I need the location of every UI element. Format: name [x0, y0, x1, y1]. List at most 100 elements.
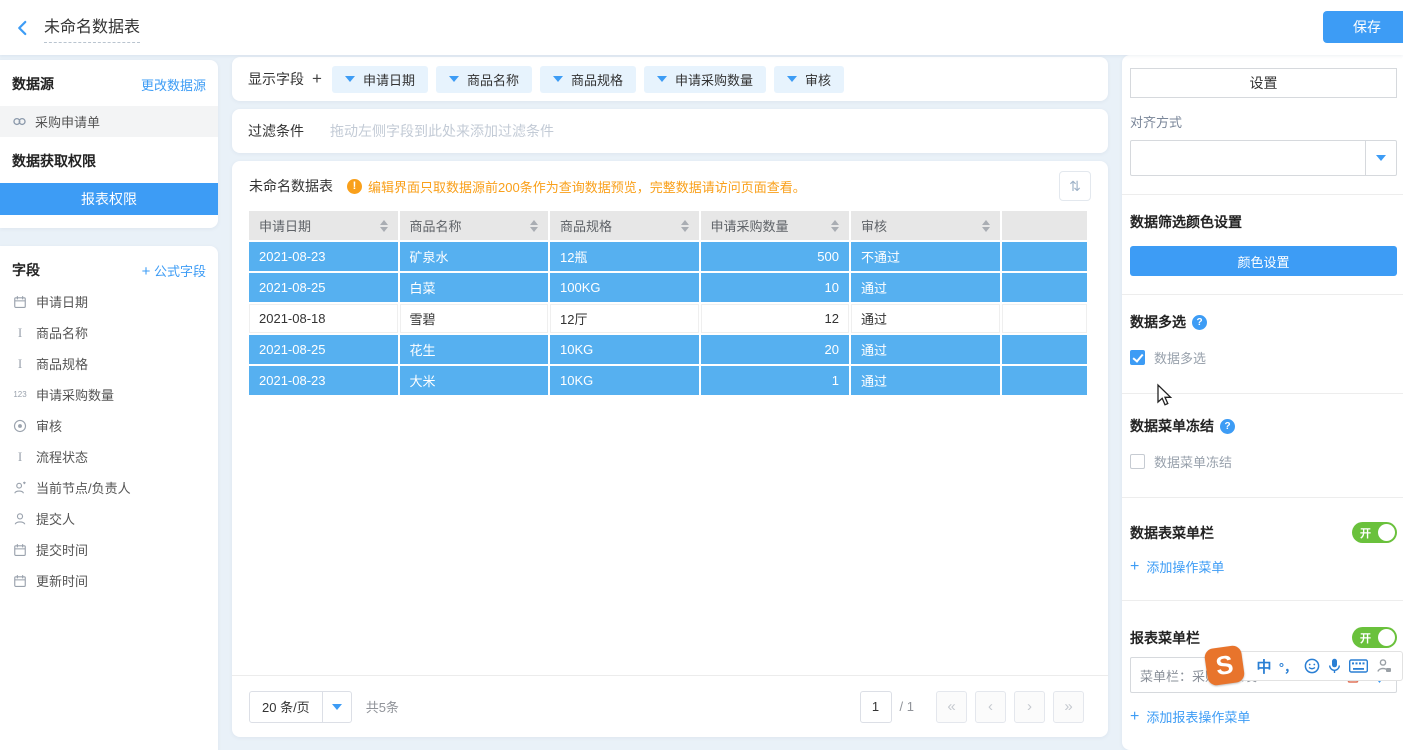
plus-icon: +	[142, 263, 151, 280]
display-field-chip[interactable]: 审核	[774, 66, 844, 93]
checkbox-unchecked-icon[interactable]	[1130, 454, 1145, 469]
pagination-bar: 20 条/页 共5条 1 / 1 « ‹ › »	[232, 675, 1108, 737]
ime-skin-button[interactable]	[1399, 659, 1403, 674]
filter-bar[interactable]: 过滤条件 拖动左侧字段到此处来添加过滤条件	[232, 109, 1108, 153]
field-item[interactable]: 更新时间	[0, 565, 218, 596]
table-menu-label: 数据表菜单栏	[1130, 523, 1214, 543]
chip-label: 商品名称	[467, 70, 519, 89]
checkbox-checked-icon[interactable]	[1130, 350, 1145, 365]
chip-label: 商品规格	[571, 70, 623, 89]
chevron-down-icon	[322, 692, 351, 722]
add-report-menu-link[interactable]: + 添加报表操作菜单	[1130, 707, 1397, 726]
field-item[interactable]: I商品规格	[0, 348, 218, 379]
field-item[interactable]: I商品名称	[0, 317, 218, 348]
change-datasource-link[interactable]: 更改数据源	[141, 75, 206, 94]
table-row[interactable]: 2021-08-18雪碧12厅12通过	[249, 304, 1087, 333]
field-item[interactable]: 提交时间	[0, 534, 218, 565]
display-field-chips: 申请日期 商品名称 商品规格 申请采购数量 审核	[332, 66, 844, 93]
page-title[interactable]: 未命名数据表	[44, 13, 140, 43]
table-cell: 12	[701, 304, 850, 333]
settings-tab[interactable]: 设置	[1130, 68, 1397, 98]
ime-emoji-button[interactable]	[1302, 658, 1321, 674]
field-item-label: 审核	[36, 416, 62, 435]
save-button[interactable]: 保存	[1323, 11, 1403, 43]
current-page-input[interactable]: 1	[860, 691, 892, 723]
display-fields-bar: 显示字段 + 申请日期商品名称商品规格申请采购数量审核	[232, 57, 1108, 101]
sort-arrows-icon[interactable]	[530, 220, 538, 232]
table-menu-toggle[interactable]: 开	[1352, 522, 1397, 543]
report-permission-button[interactable]: 报表权限	[0, 183, 218, 215]
table-cell: 2021-08-23	[249, 242, 398, 271]
ime-language-button[interactable]: 中	[1254, 656, 1274, 677]
column-header[interactable]: 申请采购数量	[701, 211, 850, 240]
report-menu-toggle[interactable]: 开	[1352, 627, 1397, 648]
table-cell: 12厅	[550, 304, 699, 333]
display-field-chip[interactable]: 申请日期	[332, 66, 428, 93]
fields-panel: 字段 + 公式字段 申请日期I商品名称I商品规格123申请采购数量审核I流程状态…	[0, 246, 218, 750]
add-formula-field-link[interactable]: + 公式字段	[142, 261, 206, 280]
column-header[interactable]: 申请日期	[249, 211, 398, 240]
table-cell: 20	[701, 335, 850, 364]
text-icon: I	[12, 325, 28, 341]
sort-arrows-icon[interactable]	[982, 220, 990, 232]
table-cell: 10KG	[550, 366, 699, 395]
field-item[interactable]: 提交人	[0, 503, 218, 534]
color-settings-button[interactable]: 颜色设置	[1130, 246, 1397, 276]
display-field-chip[interactable]: 商品名称	[436, 66, 532, 93]
sort-arrows-icon[interactable]	[831, 220, 839, 232]
display-field-chip[interactable]: 商品规格	[540, 66, 636, 93]
table-row[interactable]: 2021-08-25花生10KG20通过	[249, 335, 1087, 364]
filter-label: 过滤条件	[248, 121, 304, 141]
ime-skin-tools-button[interactable]	[1374, 658, 1394, 674]
column-header[interactable]: 商品规格	[550, 211, 699, 240]
field-item[interactable]: 当前节点/负责人	[0, 472, 218, 503]
prev-page-button[interactable]: ‹	[975, 691, 1006, 723]
field-item[interactable]: 申请日期	[0, 286, 218, 317]
screen: 未命名数据表 保存 数据源 更改数据源 采购申请单 数据获取权限 报表权限 字段…	[0, 0, 1403, 750]
sogou-logo[interactable]: S	[1204, 645, 1246, 687]
chip-label: 审核	[805, 70, 831, 89]
ime-voice-button[interactable]	[1326, 658, 1342, 674]
table-title: 未命名数据表	[249, 176, 333, 196]
filter-color-section-label: 数据筛选颜色设置	[1130, 212, 1397, 232]
settings-panel: 设置 对齐方式 数据筛选颜色设置 颜色设置 数据多选 ? 数据多选 数据菜单冻结…	[1122, 55, 1403, 750]
sort-order-button[interactable]: ⇅	[1059, 171, 1091, 201]
table-cell: 矿泉水	[400, 242, 549, 271]
add-display-field-button[interactable]: +	[312, 69, 322, 89]
table-row[interactable]: 2021-08-23大米10KG1通过	[249, 366, 1087, 395]
multi-select-checkbox[interactable]: 数据多选	[1130, 348, 1397, 367]
sort-arrows-icon[interactable]	[681, 220, 689, 232]
total-pages: / 1	[900, 699, 914, 714]
next-page-button[interactable]: ›	[1014, 691, 1045, 723]
field-item[interactable]: I流程状态	[0, 441, 218, 472]
column-header[interactable]: 审核	[851, 211, 1000, 240]
warning-icon: !	[347, 179, 362, 194]
help-icon[interactable]: ?	[1192, 315, 1207, 330]
field-item[interactable]: 123申请采购数量	[0, 379, 218, 410]
datasource-item-label: 采购申请单	[35, 112, 100, 131]
field-item-label: 更新时间	[36, 571, 88, 590]
column-header[interactable]: 商品名称	[400, 211, 549, 240]
table-cell: 白菜	[400, 273, 549, 302]
back-button[interactable]	[10, 15, 36, 41]
field-item-label: 申请采购数量	[36, 385, 114, 404]
display-field-chip[interactable]: 申请采购数量	[644, 66, 766, 93]
ime-keyboard-button[interactable]	[1347, 659, 1369, 673]
field-item-label: 申请日期	[36, 292, 88, 311]
freeze-checkbox[interactable]: 数据菜单冻结	[1130, 452, 1397, 471]
page-size-select[interactable]: 20 条/页	[249, 691, 352, 723]
table-cell: 通过	[851, 366, 1000, 395]
table-row[interactable]: 2021-08-25白菜100KG10通过	[249, 273, 1087, 302]
datasource-item[interactable]: 采购申请单	[0, 106, 218, 137]
field-item-label: 商品规格	[36, 354, 88, 373]
sort-arrows-icon[interactable]	[380, 220, 388, 232]
align-select[interactable]	[1130, 140, 1397, 176]
add-action-menu-link[interactable]: + 添加操作菜单	[1130, 557, 1397, 576]
field-item[interactable]: 审核	[0, 410, 218, 441]
table-row[interactable]: 2021-08-23矿泉水12瓶500不通过	[249, 242, 1087, 271]
table-cell: 12瓶	[550, 242, 699, 271]
help-icon[interactable]: ?	[1220, 419, 1235, 434]
ime-punctuation-button[interactable]: °，	[1279, 657, 1297, 676]
first-page-button[interactable]: «	[936, 691, 967, 723]
last-page-button[interactable]: »	[1053, 691, 1084, 723]
